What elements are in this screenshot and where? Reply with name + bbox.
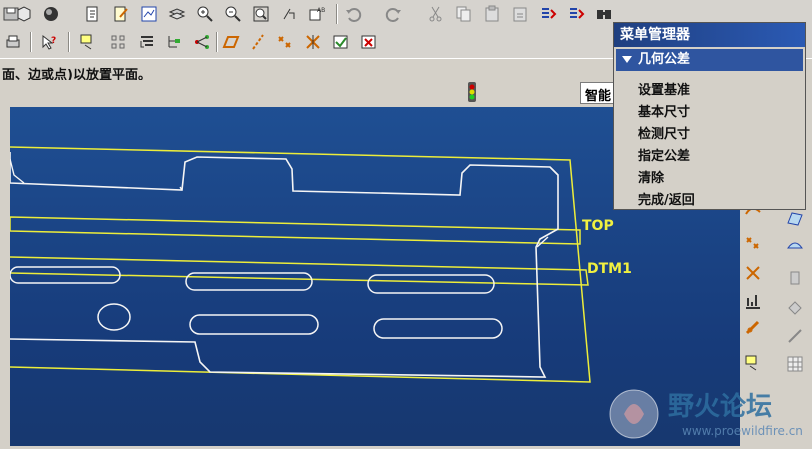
tool-points-icon[interactable] [742, 232, 764, 254]
tool-surface-icon[interactable] [784, 207, 806, 229]
zoom-in-icon[interactable] [194, 3, 216, 25]
menu-item-basic-dim[interactable]: 基本尺寸 [638, 101, 690, 121]
menu-header-geom-tol[interactable]: 几何公差 [616, 49, 803, 71]
tool-merge-icon[interactable] [784, 297, 806, 319]
help-icon[interactable]: ? [38, 31, 60, 53]
regen-icon[interactable] [537, 3, 559, 25]
manager-icon[interactable] [565, 3, 587, 25]
paste-icon[interactable] [481, 3, 503, 25]
tool-sketch-icon[interactable] [742, 352, 764, 374]
datum-point-icon[interactable] [278, 3, 300, 25]
datum-label-dtm: DTM1 [587, 261, 632, 277]
watermark-url: www.proewildfire.cn [682, 424, 803, 438]
tree-icon[interactable] [163, 31, 185, 53]
zoom-out-icon[interactable] [222, 3, 244, 25]
tool-blend-icon[interactable] [784, 267, 806, 289]
tool-chain-icon[interactable] [742, 317, 764, 339]
tool-table-icon[interactable] [784, 353, 806, 375]
regenerate-icon[interactable] [138, 3, 160, 25]
paste-special-icon[interactable] [509, 3, 531, 25]
svg-text:?: ? [51, 36, 56, 46]
copy-paste-icon[interactable] [82, 3, 104, 25]
menu-header-label: 几何公差 [638, 52, 691, 67]
svg-text:AB: AB [317, 7, 325, 14]
collapse-triangle-icon [622, 56, 632, 63]
tool-trim-icon[interactable] [784, 325, 806, 347]
grid-icon[interactable] [107, 31, 129, 53]
menu-item-clear[interactable]: 清除 [638, 167, 664, 187]
menu-item-done-return[interactable]: 完成/返回 [638, 189, 695, 209]
menu-item-list: 设置基准 基本尺寸 检测尺寸 指定公差 清除 完成/返回 [616, 73, 803, 209]
csys-icon[interactable] [302, 31, 324, 53]
menu-item-inspect-dim[interactable]: 检测尺寸 [638, 123, 690, 143]
zoom-fit-icon[interactable] [250, 3, 272, 25]
menu-item-specify-tol[interactable]: 指定公差 [638, 145, 690, 165]
shading-icon[interactable] [40, 3, 62, 25]
tool-analysis-icon[interactable] [742, 290, 764, 312]
menu-manager: 菜单管理器 几何公差 设置基准 基本尺寸 检测尺寸 指定公差 清除 完成/返回 [613, 22, 806, 210]
menu-manager-title: 菜单管理器 [614, 23, 805, 47]
edit-icon[interactable] [110, 3, 132, 25]
connect-icon[interactable] [191, 31, 213, 53]
point-icon[interactable] [274, 31, 296, 53]
watermark-title: 野火论坛 [668, 392, 773, 422]
menu-item-set-datum[interactable]: 设置基准 [638, 79, 690, 99]
traffic-light-icon[interactable] [463, 80, 481, 104]
redo-icon[interactable] [383, 3, 405, 25]
watermark: 野火论坛 www.proewildfire.cn [602, 380, 812, 446]
tool-csys-icon[interactable] [742, 262, 764, 284]
sort-icon[interactable] [136, 31, 158, 53]
undo-icon[interactable] [342, 3, 364, 25]
find-icon[interactable] [593, 3, 615, 25]
datum-label-top: TOP [582, 218, 614, 234]
tool-boundary-icon[interactable] [784, 234, 806, 256]
cut-icon[interactable] [425, 3, 447, 25]
close-icon[interactable] [358, 31, 380, 53]
rename-icon[interactable]: AB [306, 3, 328, 25]
note-icon[interactable] [77, 31, 99, 53]
hidden-icon[interactable] [13, 3, 35, 25]
layers-icon[interactable] [166, 3, 188, 25]
print-icon[interactable] [2, 31, 24, 53]
plane-icon[interactable] [220, 31, 242, 53]
checkbox-icon[interactable] [330, 31, 352, 53]
axis-icon[interactable] [247, 31, 269, 53]
copy-icon[interactable] [453, 3, 475, 25]
